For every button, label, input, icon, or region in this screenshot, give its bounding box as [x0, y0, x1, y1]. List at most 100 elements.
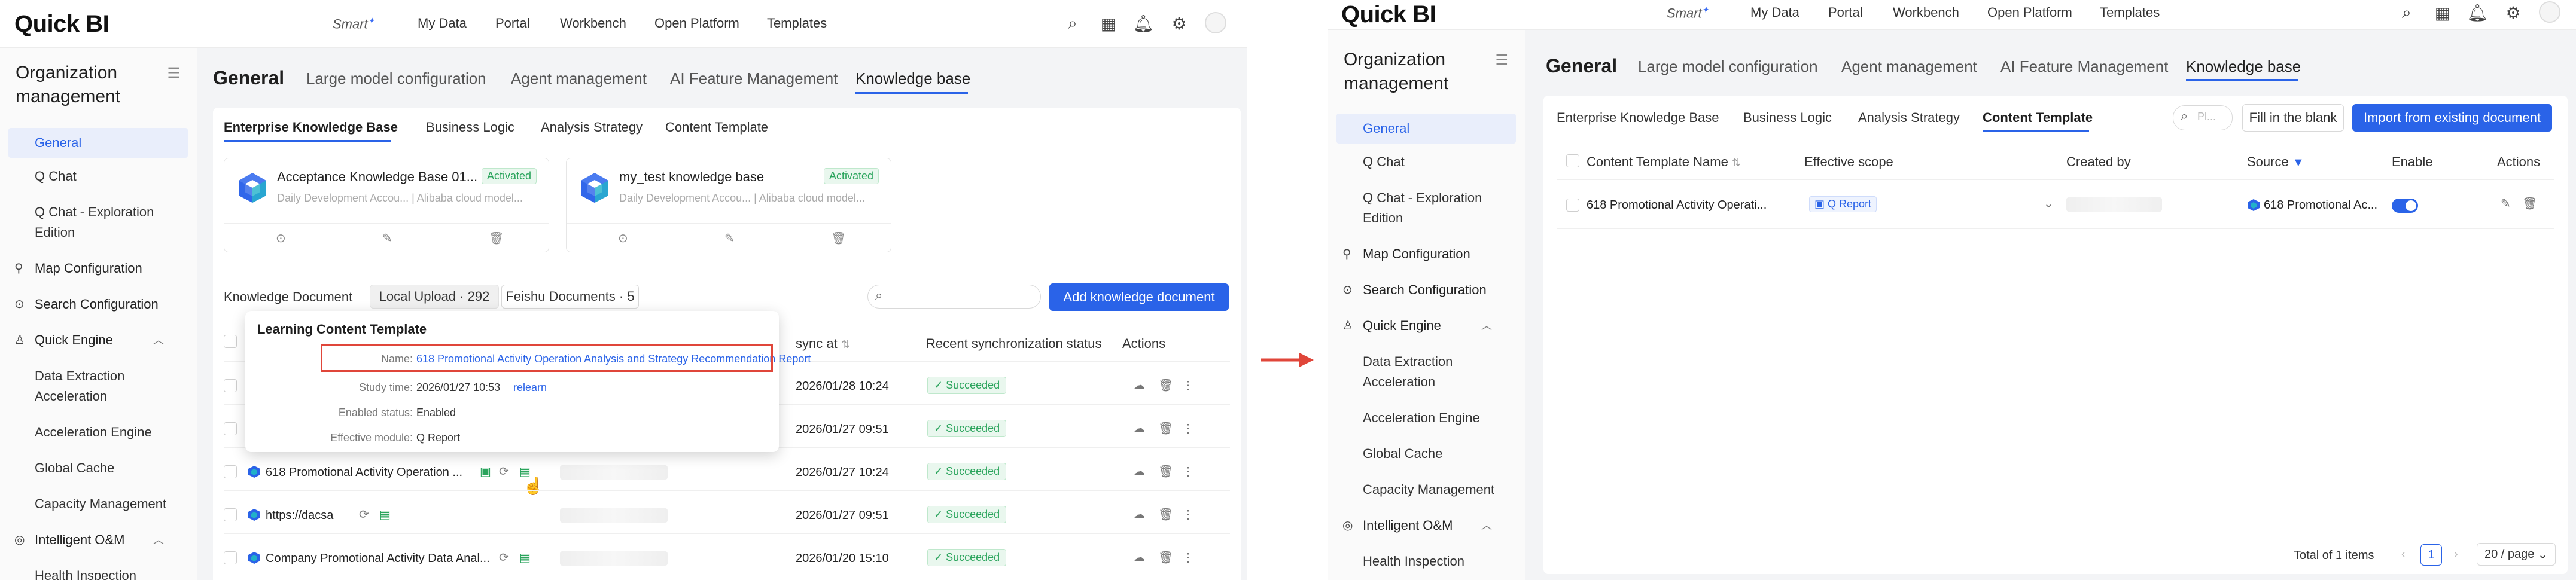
nav-workbench[interactable]: Workbench	[1893, 5, 1959, 20]
sidebar-item-data-extraction[interactable]: Data Extraction Acceleration	[0, 366, 156, 407]
template-search-input[interactable]: ⌕ Pl...	[2173, 105, 2233, 130]
tab-agent-management[interactable]: Agent management	[511, 69, 647, 88]
nav-my-data[interactable]: My Data	[1750, 5, 1799, 20]
more-icon[interactable]: ⋮	[1182, 464, 1194, 479]
delete-icon[interactable]: 🗑︎	[1158, 550, 1173, 565]
kb-card[interactable]: Acceptance Knowledge Base 01... Activate…	[224, 158, 549, 252]
sidebar-item-acceleration-engine[interactable]: Acceleration Engine	[0, 422, 188, 442]
content-template-icon[interactable]: ▤	[519, 550, 531, 565]
column-sync-at[interactable]: sync at ⇅	[796, 336, 850, 352]
row-checkbox[interactable]	[1566, 199, 1579, 212]
filter-icon[interactable]: ▼	[2292, 156, 2304, 169]
tab-large-model[interactable]: Large model configuration	[306, 69, 486, 88]
relearn-link[interactable]: relearn	[513, 381, 547, 394]
gear-icon[interactable]: ⚙	[2503, 2, 2523, 23]
prev-page-icon[interactable]: ‹	[2401, 548, 2406, 561]
subtab-business-logic[interactable]: Business Logic	[1743, 110, 1832, 126]
tab-knowledge-base[interactable]: Knowledge base	[855, 69, 970, 88]
edit-icon[interactable]: ✎	[382, 231, 392, 246]
sidebar-item-global-cache[interactable]: Global Cache	[1328, 444, 1516, 464]
row-template-name[interactable]: 618 Promotional Activity Operati...	[1587, 199, 1767, 212]
sidebar-item-capacity[interactable]: Capacity Management	[1328, 480, 1516, 500]
more-icon[interactable]: ⋮	[1182, 507, 1194, 522]
subtab-business-logic[interactable]: Business Logic	[426, 120, 514, 135]
delete-icon[interactable]: 🗑︎	[1158, 464, 1173, 479]
subtab-enterprise-kb[interactable]: Enterprise Knowledge Base	[1557, 110, 1719, 126]
sidebar-item-q-chat-exploration[interactable]: Q Chat - Exploration Edition	[1328, 188, 1496, 228]
view-icon[interactable]: ⊙	[618, 231, 628, 246]
sidebar-item-general[interactable]: General	[8, 128, 188, 158]
sidebar-item-acceleration-engine[interactable]: Acceleration Engine	[1328, 408, 1516, 428]
subtab-enterprise-kb[interactable]: Enterprise Knowledge Base	[224, 120, 398, 135]
sidebar-item-health[interactable]: Health Inspection	[1328, 551, 1516, 572]
search-icon[interactable]: ⌕	[2397, 2, 2417, 23]
collapse-sidebar-icon[interactable]: ☰	[1495, 51, 1508, 69]
more-icon[interactable]: ⋮	[1182, 378, 1194, 393]
gear-icon[interactable]: ⚙	[1169, 13, 1189, 33]
sidebar-item-map-configuration[interactable]: ⚲ Map Configuration	[0, 258, 188, 279]
import-from-existing-document-button[interactable]: Import from existing document	[2352, 104, 2552, 132]
content-template-icon[interactable]: ▤	[379, 507, 391, 522]
nav-smart[interactable]: Smart✦	[333, 16, 374, 32]
page-size-select[interactable]: 20 / page ⌄	[2477, 543, 2556, 566]
tab-large-model[interactable]: Large model configuration	[1638, 57, 1818, 76]
delete-icon[interactable]: 🗑︎	[1158, 507, 1173, 522]
nav-workbench[interactable]: Workbench	[560, 16, 626, 31]
subtab-analysis-strategy[interactable]: Analysis Strategy	[1858, 110, 1960, 126]
sidebar-item-general[interactable]: General	[1336, 114, 1516, 144]
sync-icon[interactable]: ☁	[1133, 550, 1145, 565]
apps-grid-icon[interactable]: ▦	[1098, 13, 1119, 33]
row-name[interactable]: https://dacsa	[266, 509, 333, 523]
subtab-content-template[interactable]: Content Template	[1983, 110, 2093, 126]
row-checkbox[interactable]	[224, 508, 237, 521]
tab-ai-feature[interactable]: AI Feature Management	[670, 69, 838, 88]
nav-portal[interactable]: Portal	[1828, 5, 1862, 20]
row-checkbox[interactable]	[224, 379, 237, 392]
learning-icon[interactable]: ⟳	[499, 550, 509, 565]
tab-feishu-documents[interactable]: Feishu Documents · 5	[501, 285, 639, 309]
row-checkbox[interactable]	[224, 551, 237, 564]
delete-icon[interactable]: 🗑︎	[831, 231, 846, 246]
select-all-checkbox[interactable]	[1566, 154, 1579, 167]
template-learned-icon[interactable]: ▣	[480, 464, 491, 479]
edit-icon[interactable]: ✎	[724, 231, 735, 246]
document-search-input[interactable]: ⌕	[867, 285, 1041, 309]
sidebar-item-q-chat[interactable]: Q Chat	[1328, 152, 1516, 172]
edit-icon[interactable]: ✎	[2501, 196, 2511, 211]
page-number-button[interactable]: 1	[2420, 544, 2442, 566]
subtab-content-template[interactable]: Content Template	[665, 120, 768, 135]
fill-in-the-blank-button[interactable]: Fill in the blank	[2242, 104, 2344, 132]
nav-open-platform[interactable]: Open Platform	[1987, 5, 2072, 20]
row-name[interactable]: 618 Promotional Activity Operation ...	[266, 466, 462, 480]
tab-agent-management[interactable]: Agent management	[1841, 57, 1977, 76]
nav-templates[interactable]: Templates	[767, 16, 827, 31]
collapse-sidebar-icon[interactable]: ☰	[167, 65, 180, 82]
sidebar-item-health[interactable]: Health Inspection	[0, 566, 188, 580]
select-all-checkbox[interactable]	[224, 335, 237, 348]
sidebar-item-global-cache[interactable]: Global Cache	[0, 458, 188, 478]
enable-toggle[interactable]	[2392, 199, 2418, 213]
row-checkbox[interactable]	[224, 465, 237, 478]
apps-grid-icon[interactable]: ▦	[2432, 2, 2453, 23]
nav-smart[interactable]: Smart✦	[1667, 5, 1709, 21]
bell-icon[interactable]: 🔔︎	[2467, 2, 2488, 23]
search-icon[interactable]: ⌕	[1062, 13, 1083, 33]
learning-icon[interactable]: ⟳	[499, 464, 509, 479]
avatar[interactable]	[1205, 12, 1226, 33]
nav-portal[interactable]: Portal	[495, 16, 529, 31]
avatar[interactable]	[2539, 1, 2560, 23]
delete-icon[interactable]: 🗑︎	[1158, 421, 1173, 436]
sidebar-group-intelligent-om[interactable]: ◎ Intelligent O&M ︿	[1328, 515, 1516, 536]
sidebar-item-capacity[interactable]: Capacity Management	[0, 494, 188, 514]
sync-icon[interactable]: ☁	[1133, 507, 1145, 522]
add-knowledge-document-button[interactable]: Add knowledge document	[1049, 283, 1229, 311]
sidebar-item-search-configuration[interactable]: ⊙ Search Configuration	[0, 294, 188, 315]
learning-icon[interactable]: ⟳	[359, 507, 369, 522]
sync-icon[interactable]: ☁	[1133, 421, 1145, 436]
tab-local-upload[interactable]: Local Upload · 292	[370, 285, 499, 309]
nav-my-data[interactable]: My Data	[418, 16, 467, 31]
column-content-template-name[interactable]: Content Template Name ⇅	[1587, 154, 1741, 170]
tab-knowledge-base[interactable]: Knowledge base	[2186, 57, 2301, 76]
row-source[interactable]: 618 Promotional Ac...	[2264, 199, 2377, 212]
sync-icon[interactable]: ☁	[1133, 378, 1145, 393]
